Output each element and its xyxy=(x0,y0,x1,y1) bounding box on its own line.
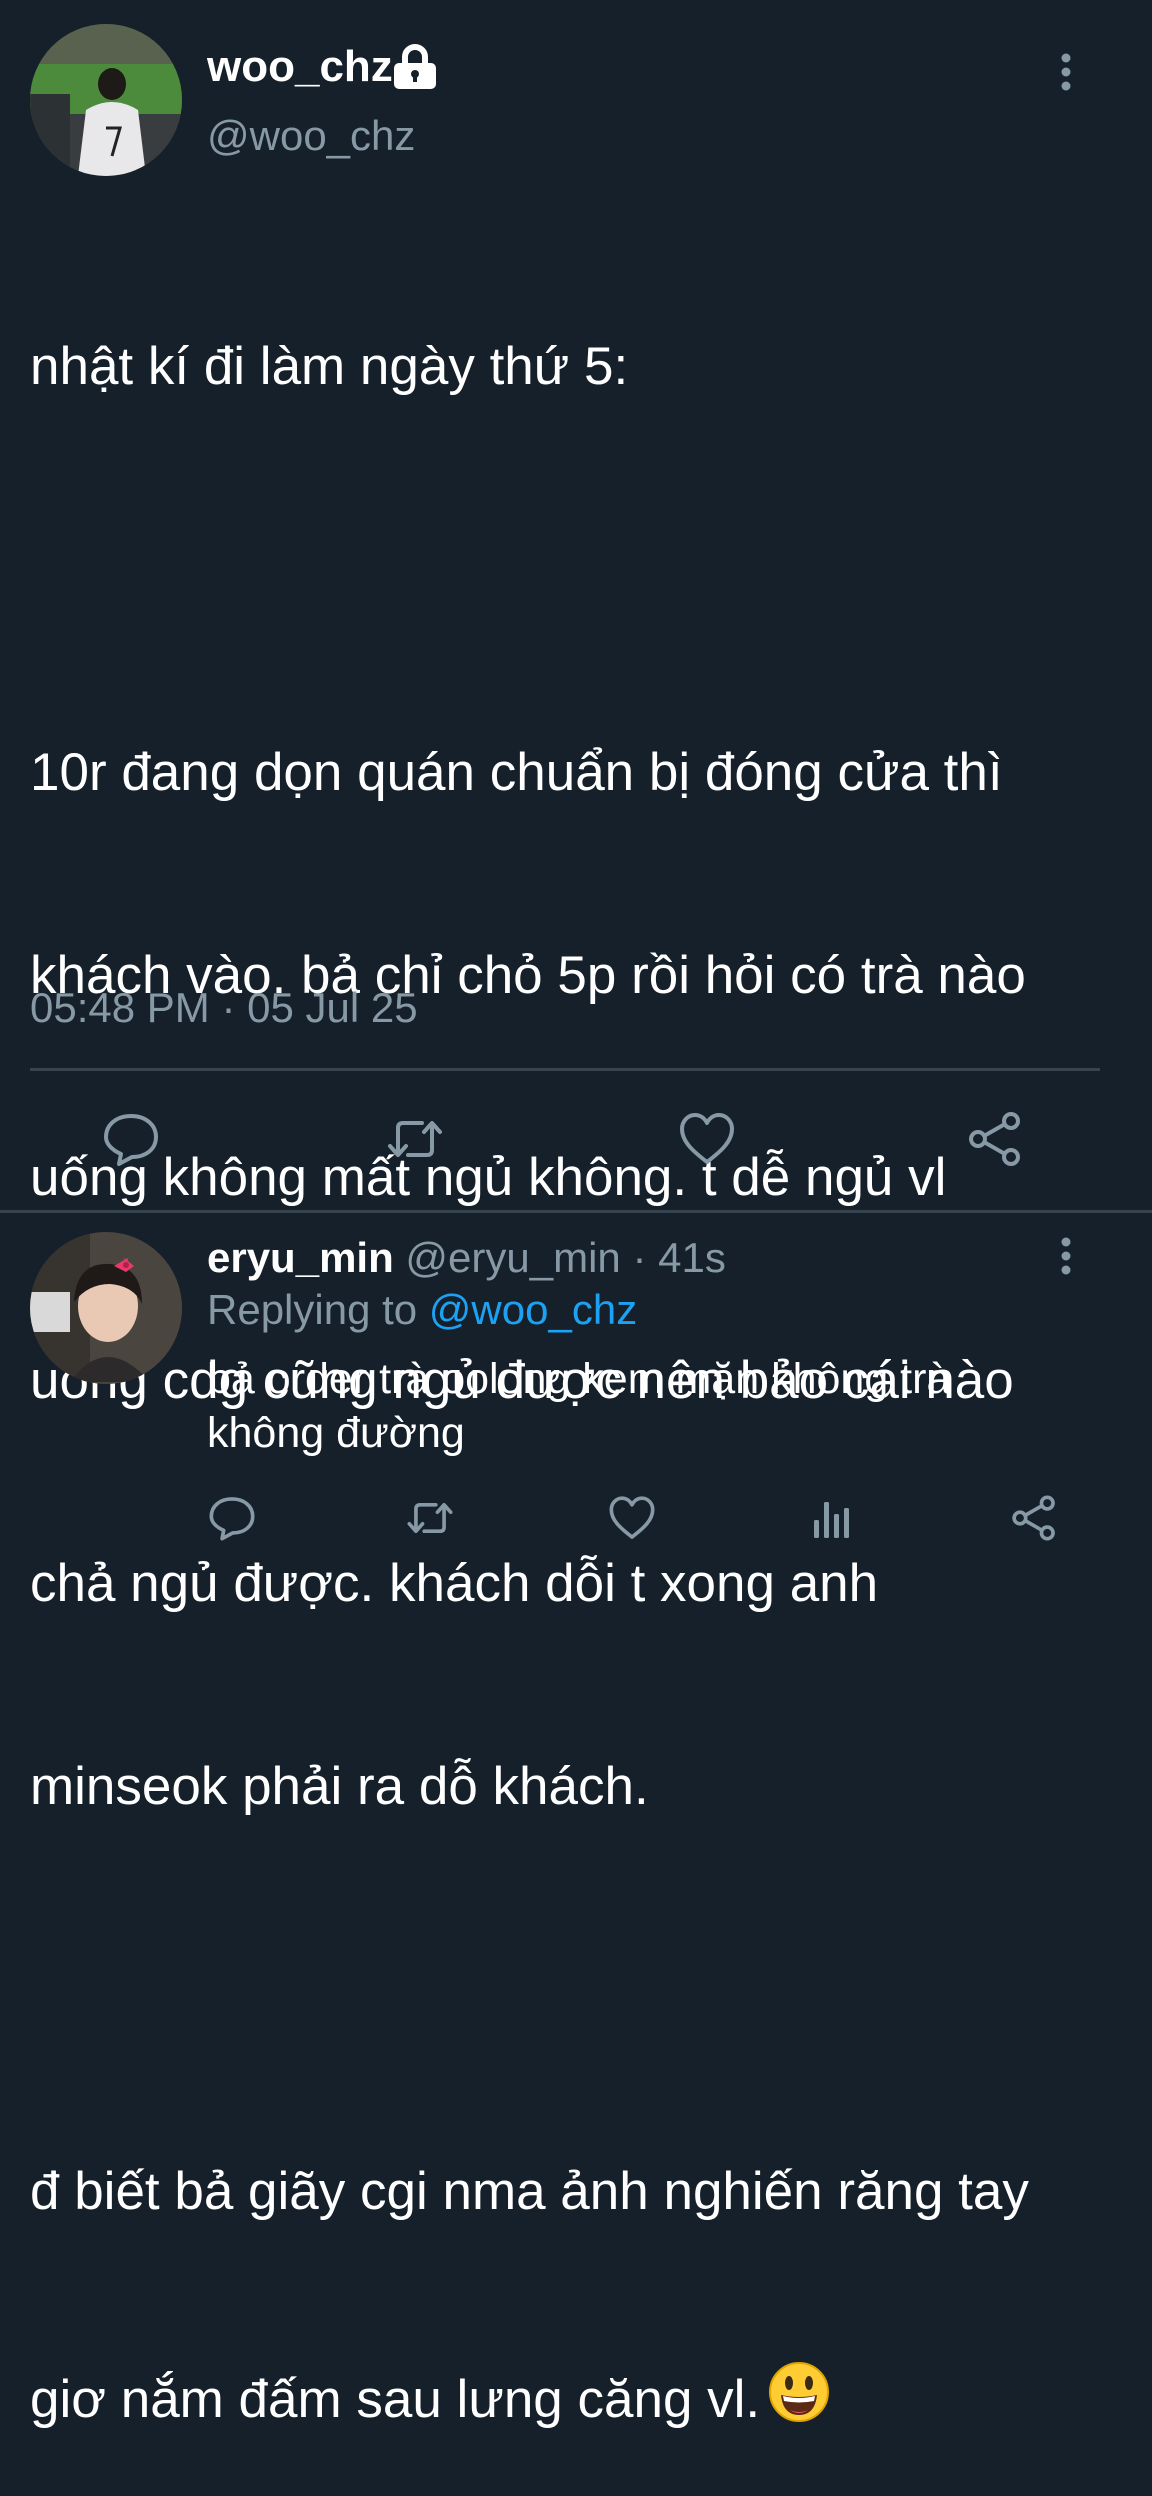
tweet-line: minseok phải ra dỗ khách. xyxy=(30,1756,649,1816)
separator-dot: · xyxy=(632,1234,647,1281)
more-vertical-icon[interactable] xyxy=(1056,52,1076,92)
tweet-line xyxy=(30,536,1130,604)
reply-line: không đường xyxy=(207,1409,465,1457)
reply-line: bả order trà oolong kem mặn không trà xyxy=(207,1355,951,1403)
reply-header: eryu_min @eryu_min · 41s xyxy=(207,1234,726,1282)
reply-icon[interactable] xyxy=(208,1494,256,1542)
author-avatar-image xyxy=(30,24,182,176)
reply-author-handle[interactable]: @eryu_min xyxy=(405,1234,620,1281)
reply-author-avatar[interactable] xyxy=(30,1232,182,1384)
tweet-line xyxy=(30,1955,1130,2023)
author-handle[interactable]: @woo_chz xyxy=(207,112,415,160)
tweet-line: giơ nắm đấm sau lưng căng vl. xyxy=(30,2370,761,2429)
lock-icon xyxy=(390,44,440,90)
divider xyxy=(0,1210,1152,1213)
reply-author-avatar-image xyxy=(30,1232,182,1384)
reply-age[interactable]: 41s xyxy=(658,1234,726,1281)
replying-to-line: Replying to @woo_chz xyxy=(207,1286,637,1334)
author-display-name[interactable]: woo_chz xyxy=(207,42,393,92)
reply-body: bả order trà oolong kem mặn không trà kh… xyxy=(207,1352,1107,1460)
heart-icon[interactable] xyxy=(678,1110,736,1168)
replying-to-prefix: Replying to xyxy=(207,1286,418,1333)
tweet-line: 10r đang dọn quán chuẩn bị đóng cửa thì xyxy=(30,742,1003,802)
tweet-line: chả ngủ được. khách dỗi t xong anh xyxy=(30,1553,879,1613)
heart-icon[interactable] xyxy=(608,1494,656,1542)
replying-to-link[interactable]: @woo_chz xyxy=(429,1286,637,1333)
retweet-icon[interactable] xyxy=(406,1494,454,1542)
tweet-line: uống không mất ngủ không. t dễ ngủ vl xyxy=(30,1148,947,1208)
retweet-icon[interactable] xyxy=(386,1110,444,1168)
more-vertical-icon[interactable] xyxy=(1056,1236,1076,1276)
tweet-line-last: giơ nắm đấm sau lưng căng vl. xyxy=(30,2361,1130,2429)
tweet-timestamp[interactable]: 05:48 PM · 05 Jul 25 xyxy=(30,984,418,1032)
divider xyxy=(30,1068,1100,1071)
tweet-line: đ biết bả giãy cgi nma ảnh nghiến răng t… xyxy=(30,2162,1029,2222)
share-icon[interactable] xyxy=(1010,1494,1058,1542)
reply-author-display-name[interactable]: eryu_min xyxy=(207,1234,394,1281)
smiling-face-emoji-icon xyxy=(768,2361,830,2423)
share-icon[interactable] xyxy=(966,1110,1024,1168)
author-avatar[interactable] xyxy=(30,24,182,176)
reply-icon[interactable] xyxy=(102,1110,160,1168)
tweet-line: nhật kí đi làm ngày thứ 5: xyxy=(30,337,629,397)
stats-icon[interactable] xyxy=(808,1494,856,1542)
tweet-body: nhật kí đi làm ngày thứ 5: 10r đang dọn … xyxy=(30,198,1130,2496)
